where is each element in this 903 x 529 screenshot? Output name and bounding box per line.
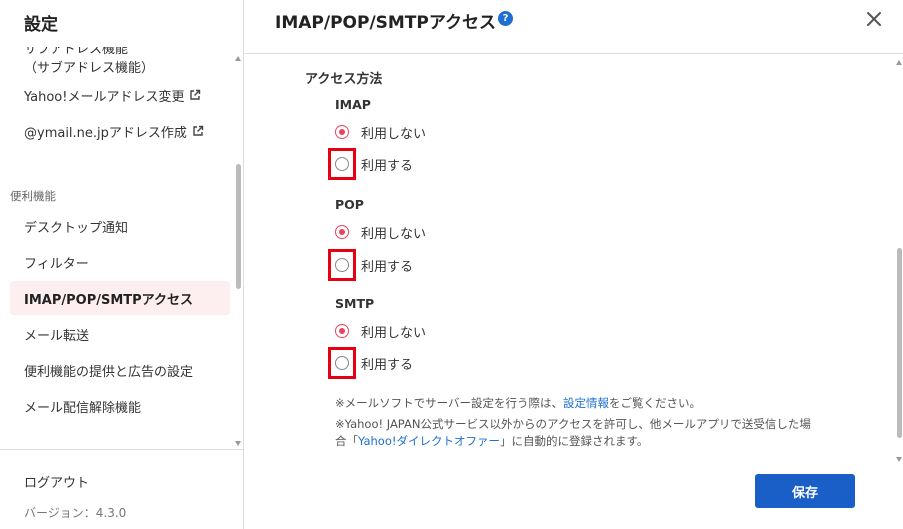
sidebar-item-label: IMAP/POP/SMTPアクセス (24, 292, 194, 308)
smtp-label: SMTP (335, 296, 375, 311)
sidebar-item-label: メール配信解除機能 (24, 400, 142, 416)
smtp-disable-label: 利用しない (361, 325, 427, 341)
pop-option-disable[interactable]: 利用しない (335, 221, 426, 243)
pop-option-enable[interactable]: 利用する (328, 249, 414, 281)
main-content: アクセス方法 IMAP 利用しない 利用する POP 利用しない 利用する SM… (245, 55, 893, 529)
sidebar-scrollbar-thumb[interactable] (236, 164, 241, 289)
main-scrollbar[interactable] (895, 58, 903, 462)
smtp-option-enable[interactable]: 利用する (328, 347, 414, 379)
logout-link[interactable]: ログアウト (24, 472, 89, 491)
sidebar-item-label: フィルター (24, 256, 89, 272)
note-text: 」に自動的に登録されます。 (499, 434, 649, 448)
close-icon[interactable] (865, 10, 883, 28)
version-label: バージョン：4.3.0 (24, 506, 127, 520)
sidebar-footer: ログアウト バージョン：4.3.0 (0, 449, 243, 529)
page-title: IMAP/POP/SMTPアクセス (275, 13, 497, 33)
note-line-2: 合「Yahoo!ダイレクトオファー」に自動的に登録されます。 (335, 433, 811, 450)
sidebar-link-label: @ymail.ne.jpアドレス作成 (24, 125, 187, 141)
smtp-option-disable[interactable]: 利用しない (335, 320, 426, 342)
sidebar-item-label: デスクトップ通知 (24, 220, 129, 236)
sidebar-item-unsubscribe[interactable]: メール配信解除機能 (10, 389, 230, 423)
sidebar-scrollbar[interactable] (234, 54, 242, 446)
help-icon[interactable]: ? (498, 11, 513, 26)
imap-label: IMAP (335, 97, 371, 112)
sidebar-item-subaddress[interactable]: サブアドレス機能 （サブアドレス機能） (24, 47, 154, 76)
note-text: ※メールソフトでサーバー設定を行う際は、 (335, 396, 564, 410)
pop-label: POP (335, 197, 364, 212)
note-text: をご覧ください。 (609, 396, 702, 410)
imap-disable-radio[interactable] (335, 125, 349, 139)
sidebar-section-label: 便利機能 (10, 189, 56, 203)
smtp-enable-label: 利用する (361, 357, 414, 373)
server-settings-note: ※メールソフトでサーバー設定を行う際は、設定情報をご覧ください。 (335, 395, 701, 412)
scroll-up-arrow-icon[interactable] (896, 60, 902, 65)
main-scrollbar-thumb[interactable] (897, 248, 902, 438)
sidebar-link-ymail-address-create[interactable]: @ymail.ne.jpアドレス作成 (10, 114, 230, 148)
settings-sidebar: 設定 サブアドレス機能 （サブアドレス機能） Yahoo!メールアドレス変更 @… (0, 0, 244, 529)
highlight-box (328, 347, 356, 379)
highlight-box (328, 249, 356, 281)
pop-disable-label: 利用しない (361, 226, 427, 242)
direct-offer-note: ※Yahoo! JAPAN公式サービス以外からのアクセスを許可し、他メールアプリ… (335, 416, 811, 450)
external-link-icon (190, 89, 201, 100)
external-link-icon (193, 125, 204, 136)
imap-disable-label: 利用しない (361, 126, 427, 142)
imap-option-enable[interactable]: 利用する (328, 148, 414, 180)
settings-info-link[interactable]: 設定情報 (563, 396, 609, 410)
sidebar-item-mail-forwarding[interactable]: メール転送 (10, 317, 230, 351)
imap-option-disable[interactable]: 利用しない (335, 121, 426, 143)
pop-disable-radio[interactable] (335, 225, 349, 239)
smtp-disable-radio[interactable] (335, 324, 349, 338)
main-header: IMAP/POP/SMTPアクセス ? (245, 0, 903, 54)
sidebar-item-label: メール転送 (24, 328, 90, 344)
highlight-box (328, 148, 356, 180)
scroll-up-arrow-icon[interactable] (235, 56, 241, 61)
sidebar-item-imap-pop-smtp[interactable]: IMAP/POP/SMTPアクセス (10, 281, 230, 315)
scroll-down-arrow-icon[interactable] (235, 441, 241, 446)
access-method-title: アクセス方法 (305, 72, 383, 87)
sidebar-item-ad-settings[interactable]: 便利機能の提供と広告の設定 (10, 353, 230, 387)
sidebar-item-desktop-notification[interactable]: デスクトップ通知 (10, 209, 230, 243)
note-text: 合「 (335, 434, 358, 448)
imap-enable-label: 利用する (361, 158, 414, 174)
sidebar-title: 設定 (24, 14, 58, 35)
sidebar-link-label: Yahoo!メールアドレス変更 (24, 89, 185, 105)
note-text: ※Yahoo! JAPAN公式サービス以外からのアクセスを許可し、他メールアプリ… (335, 417, 811, 431)
sidebar-item-filter[interactable]: フィルター (10, 245, 230, 279)
scroll-down-arrow-icon[interactable] (896, 457, 902, 462)
sidebar-scroll-area: サブアドレス機能 （サブアドレス機能） Yahoo!メールアドレス変更 @yma… (0, 44, 243, 449)
direct-offer-link[interactable]: Yahoo!ダイレクトオファー (358, 434, 500, 448)
save-button[interactable]: 保存 (755, 474, 855, 508)
sidebar-item-label: 便利機能の提供と広告の設定 (24, 364, 194, 380)
sidebar-link-yahoo-address-change[interactable]: Yahoo!メールアドレス変更 (10, 78, 230, 112)
sidebar-item-subaddress-cut: サブアドレス機能 (24, 44, 129, 57)
pop-enable-label: 利用する (361, 259, 414, 275)
